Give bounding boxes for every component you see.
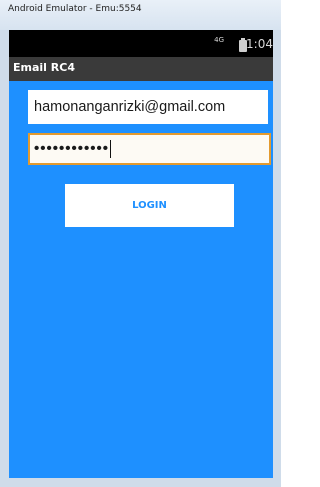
- login-button[interactable]: LOGIN: [65, 184, 234, 227]
- login-screen: •••••••••••• LOGIN: [9, 81, 273, 478]
- status-time: 1:04: [246, 37, 273, 51]
- window-frame-bottom: [0, 478, 281, 487]
- window-title: Android Emulator - Emu:5554: [8, 4, 142, 14]
- text-caret-icon: [110, 140, 112, 158]
- android-statusbar: 4G 1:04: [9, 30, 273, 57]
- window-titlebar: Android Emulator - Emu:5554: [0, 0, 281, 30]
- password-mask: ••••••••••••: [34, 140, 110, 157]
- emulator-window: Android Emulator - Emu:5554 4G 1:04 Emai…: [0, 0, 281, 487]
- app-title: Email RC4: [13, 61, 75, 74]
- signal-icon: 4G: [214, 36, 224, 44]
- email-field[interactable]: [28, 90, 268, 124]
- password-field[interactable]: ••••••••••••: [28, 133, 271, 165]
- action-bar: Email RC4: [9, 57, 273, 81]
- window-frame-left: [0, 30, 9, 487]
- window-frame-right: [273, 30, 281, 487]
